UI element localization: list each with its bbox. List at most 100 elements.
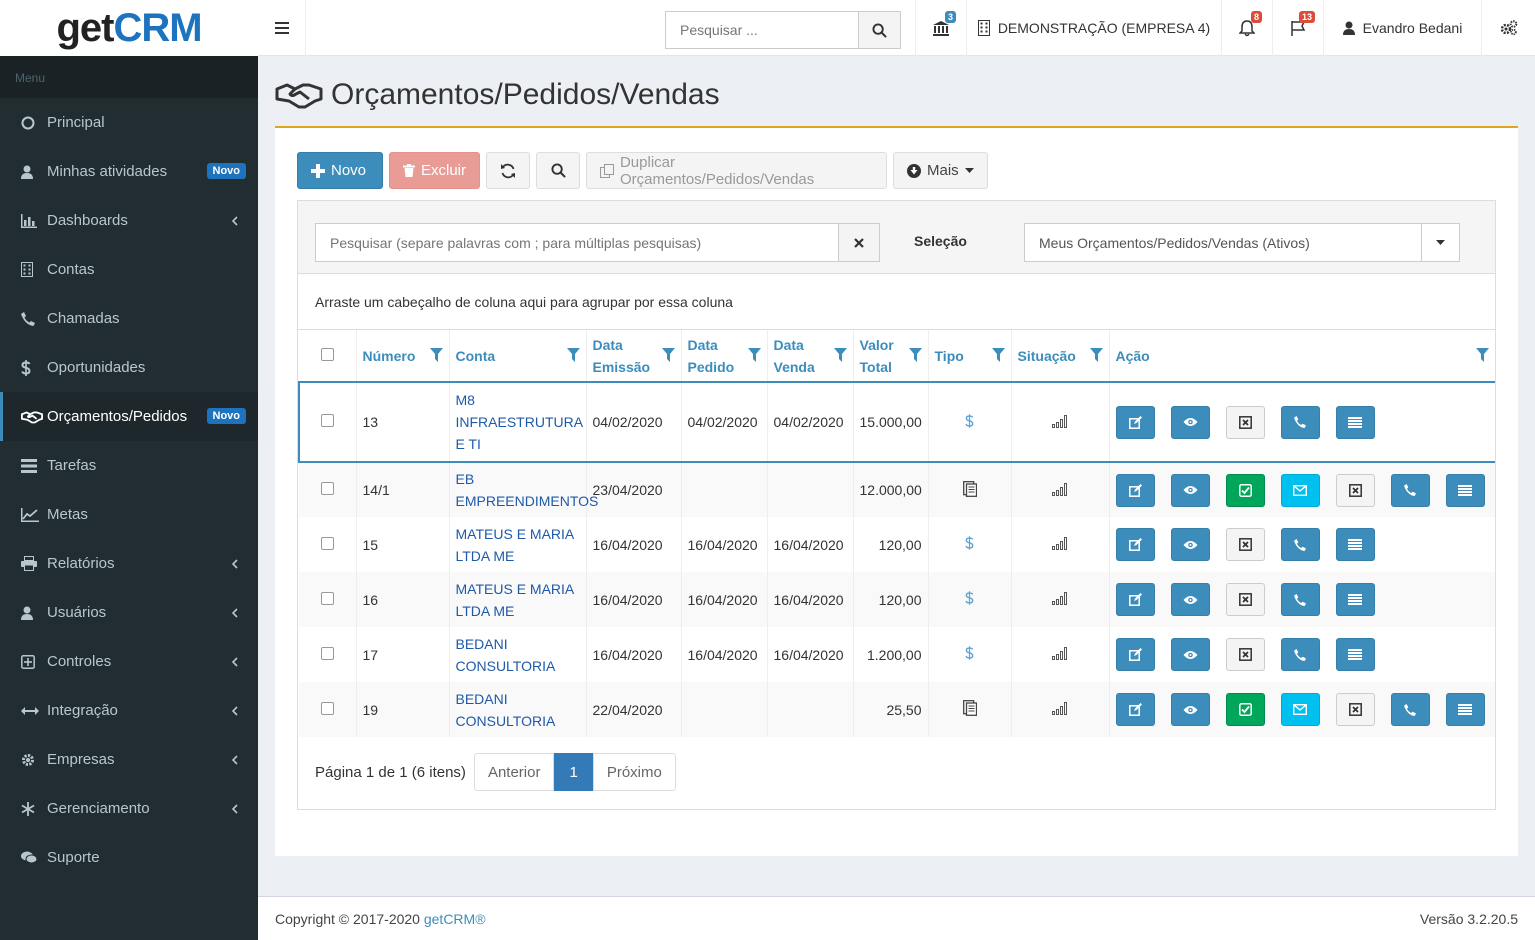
table-row[interactable]: 19 BEDANI CONSULTORIA 22/04/2020 25,50 xyxy=(299,682,1495,737)
global-search-input[interactable] xyxy=(666,12,858,48)
view-button[interactable] xyxy=(1170,693,1210,726)
edit-button[interactable] xyxy=(1115,405,1155,439)
search-filter-button[interactable] xyxy=(536,152,580,189)
user-menu[interactable]: Evandro Bedani xyxy=(1323,0,1481,56)
cancel-button[interactable] xyxy=(1225,528,1265,561)
sidebar-toggle-button[interactable] xyxy=(258,0,306,56)
cell-conta-link[interactable]: EB EMPREENDIMENTOS xyxy=(449,462,598,517)
sidebar-item-principal[interactable]: Principal xyxy=(0,98,258,147)
table-row[interactable]: 13 M8 INFRAESTRUTURA E TI 04/02/2020 04/02/… xyxy=(298,381,1495,463)
duplicate-button[interactable]: Duplicar Orçamentos/Pedidos/Vendas xyxy=(586,152,887,189)
cell-conta-link[interactable]: BEDANI CONSULTORIA xyxy=(449,682,587,737)
global-search-button[interactable] xyxy=(858,12,900,48)
select-all-checkbox[interactable] xyxy=(320,347,334,361)
column-header-data-venda[interactable]: Data Venda xyxy=(767,330,854,382)
table-row[interactable]: 14/1 EB EMPREENDIMENTOS 23/04/2020 12.000,0… xyxy=(299,462,1495,517)
call-button[interactable] xyxy=(1280,528,1320,561)
cancel-button[interactable] xyxy=(1225,583,1265,616)
email-button[interactable] xyxy=(1280,693,1320,726)
filter-icon[interactable] xyxy=(908,348,922,362)
approve-button[interactable] xyxy=(1225,473,1265,507)
table-row[interactable]: 17 BEDANI CONSULTORIA 16/04/2020 16/04/2020… xyxy=(299,627,1495,682)
sidebar-item-metas[interactable]: Metas xyxy=(0,490,258,539)
filter-icon[interactable] xyxy=(833,348,847,362)
row-checkbox[interactable] xyxy=(320,482,334,495)
view-button[interactable] xyxy=(1170,473,1210,507)
details-button[interactable] xyxy=(1445,473,1485,507)
cancel-button[interactable] xyxy=(1225,638,1265,671)
cell-conta-link[interactable]: MATEUS E MARIA LTDA ME xyxy=(449,572,587,627)
filter-icon[interactable] xyxy=(1089,348,1103,362)
selection-dropdown[interactable]: Meus Orçamentos/Pedidos/Vendas (Ativos) xyxy=(1024,223,1460,262)
grid-search-input[interactable] xyxy=(316,224,878,261)
details-button[interactable] xyxy=(1335,638,1375,671)
edit-button[interactable] xyxy=(1115,583,1155,616)
sidebar-item-empresas[interactable]: Empresas xyxy=(0,735,258,784)
column-header-data-emissao[interactable]: Data Emissão xyxy=(586,330,682,382)
flag-notifications-button[interactable]: 13 xyxy=(1272,0,1323,56)
column-header-valor-total[interactable]: Valor Total xyxy=(853,330,929,382)
edit-button[interactable] xyxy=(1115,693,1155,726)
sidebar-item-chamadas[interactable]: Chamadas xyxy=(0,294,258,343)
call-button[interactable] xyxy=(1390,693,1430,726)
sidebar-item-relatorios[interactable]: Relatórios xyxy=(0,539,258,588)
sidebar-item-usuarios[interactable]: Usuários xyxy=(0,588,258,637)
filter-icon[interactable] xyxy=(661,348,675,362)
company-selector[interactable]: DEMONSTRAÇÃO (EMPRESA 4) xyxy=(966,0,1221,56)
row-checkbox[interactable] xyxy=(320,701,334,715)
delete-button[interactable]: Excluir xyxy=(389,152,480,189)
cell-conta-link[interactable]: MATEUS E MARIA LTDA ME xyxy=(449,517,587,572)
edit-button[interactable] xyxy=(1115,528,1155,561)
view-button[interactable] xyxy=(1170,583,1210,616)
edit-button[interactable] xyxy=(1115,638,1155,671)
row-checkbox[interactable] xyxy=(321,414,335,427)
column-header-situacao[interactable]: Situação xyxy=(1011,330,1110,382)
sidebar-item-oportunidades[interactable]: Oportunidades xyxy=(0,343,258,392)
details-button[interactable] xyxy=(1445,693,1485,726)
approve-button[interactable] xyxy=(1225,693,1265,726)
view-button[interactable] xyxy=(1170,405,1210,439)
brand-logo[interactable]: get CRM xyxy=(0,0,258,56)
sidebar-item-controles[interactable]: Controles xyxy=(0,637,258,686)
bank-notifications-button[interactable]: 3 xyxy=(915,0,966,56)
selection-caret[interactable] xyxy=(1421,224,1459,261)
column-header-numero[interactable]: Número xyxy=(356,330,450,382)
pagination-next-button[interactable]: Próximo xyxy=(592,753,676,791)
group-by-panel[interactable]: Arraste um cabeçalho de coluna aqui para… xyxy=(298,274,1495,330)
refresh-button[interactable] xyxy=(486,152,530,189)
settings-button[interactable] xyxy=(1481,0,1535,56)
table-row[interactable]: 15 MATEUS E MARIA LTDA ME 16/04/2020 16/04/… xyxy=(299,517,1495,572)
row-checkbox[interactable] xyxy=(320,536,334,550)
email-button[interactable] xyxy=(1280,473,1320,507)
column-header-tipo[interactable]: Tipo xyxy=(928,330,1012,382)
view-button[interactable] xyxy=(1170,638,1210,671)
row-checkbox[interactable] xyxy=(320,646,334,660)
cancel-button[interactable] xyxy=(1335,473,1375,507)
cell-conta-link[interactable]: M8 INFRAESTRUTURA E TI xyxy=(449,381,587,463)
filter-icon[interactable] xyxy=(566,348,580,362)
sidebar-item-dashboards[interactable]: Dashboards xyxy=(0,196,258,245)
sidebar-item-suporte[interactable]: Suporte xyxy=(0,833,258,882)
column-header-data-pedido[interactable]: Data Pedido xyxy=(681,330,768,382)
cell-conta-link[interactable]: BEDANI CONSULTORIA xyxy=(449,627,587,682)
pagination-page-1[interactable]: 1 xyxy=(554,753,593,791)
more-dropdown-button[interactable]: Mais xyxy=(893,152,988,189)
details-button[interactable] xyxy=(1335,583,1375,616)
view-button[interactable] xyxy=(1170,528,1210,561)
sidebar-item-orcamentos-pedidos[interactable]: Orçamentos/Pedidos Novo xyxy=(0,392,258,441)
grid-search-clear-button[interactable] xyxy=(838,223,880,262)
call-button[interactable] xyxy=(1280,638,1320,671)
filter-icon[interactable] xyxy=(747,348,761,362)
filter-icon[interactable] xyxy=(429,348,443,362)
edit-button[interactable] xyxy=(1115,473,1155,507)
pagination-previous-button[interactable]: Anterior xyxy=(473,753,555,791)
call-button[interactable] xyxy=(1280,405,1320,439)
cancel-button[interactable] xyxy=(1225,405,1265,439)
filter-icon[interactable] xyxy=(991,348,1005,362)
call-button[interactable] xyxy=(1280,583,1320,616)
details-button[interactable] xyxy=(1335,528,1375,561)
filter-icon[interactable] xyxy=(1476,348,1489,362)
sidebar-item-gerenciamento[interactable]: Gerenciamento xyxy=(0,784,258,833)
sidebar-item-tarefas[interactable]: Tarefas xyxy=(0,441,258,490)
table-row[interactable]: 16 MATEUS E MARIA LTDA ME 16/04/2020 16/04/… xyxy=(299,572,1495,627)
